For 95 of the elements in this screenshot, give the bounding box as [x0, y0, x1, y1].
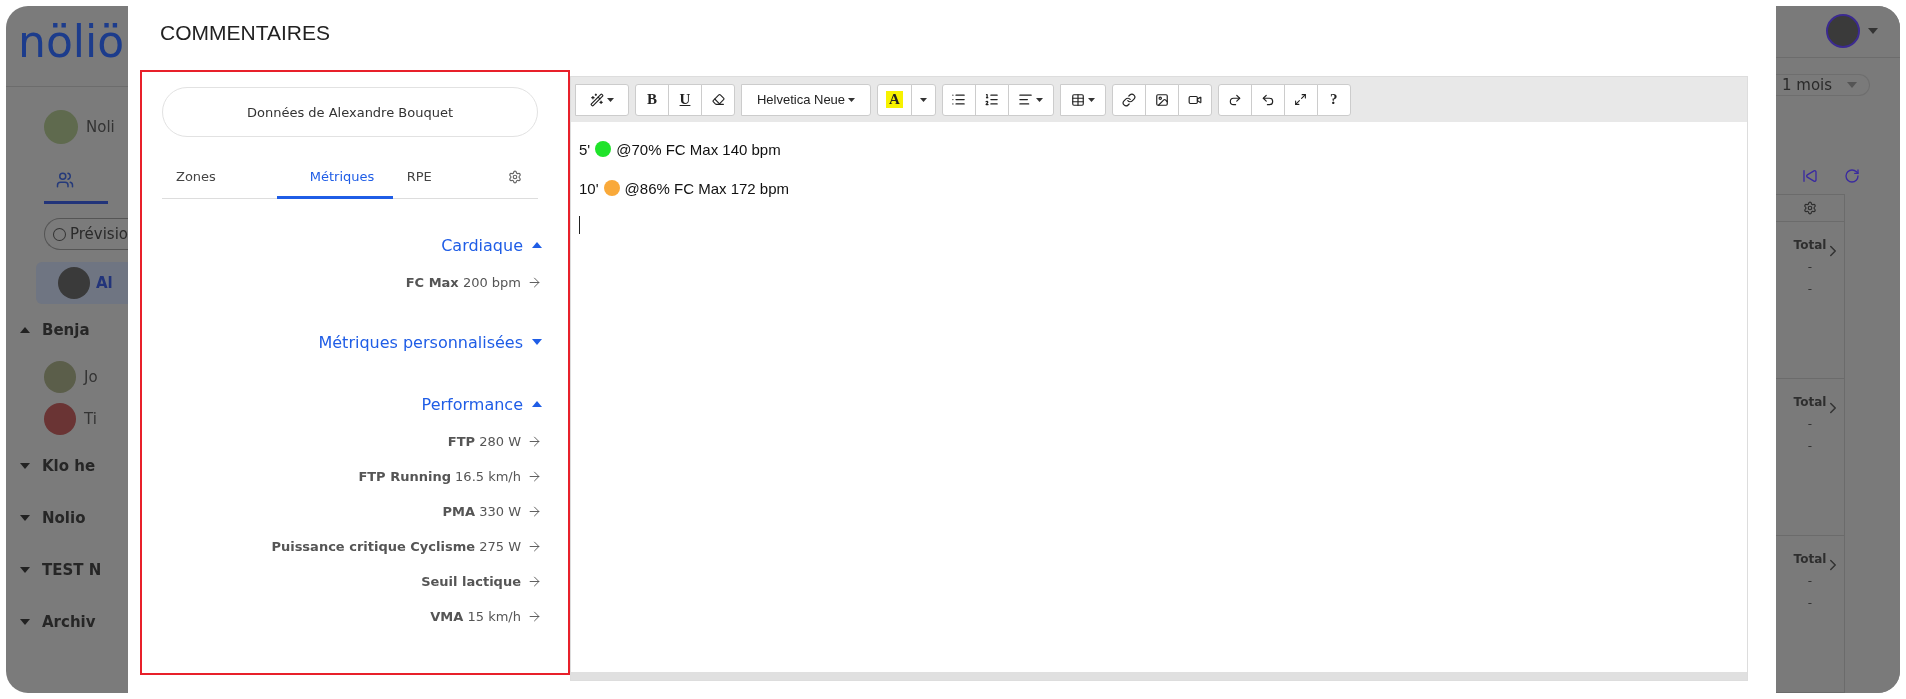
- line-text: @70% FC Max 140 bpm: [616, 140, 781, 158]
- group-row[interactable]: Benja: [20, 304, 128, 356]
- duration-text: 5': [579, 140, 591, 158]
- bullet-list-icon: [951, 92, 967, 107]
- member-name: Ti: [84, 410, 97, 428]
- caret-up-icon: [532, 242, 542, 248]
- magic-wand-icon: [590, 92, 604, 107]
- group-row[interactable]: Archiv: [20, 596, 128, 648]
- redo-button[interactable]: [1217, 83, 1252, 116]
- athlete-button[interactable]: Données de Alexandre Bouquet: [162, 87, 538, 137]
- bold-button[interactable]: B: [635, 83, 669, 116]
- caret-icon: [848, 97, 856, 102]
- metric-row[interactable]: VMA 15 km/h: [430, 599, 542, 634]
- font-dropdown[interactable]: Helvetica Neue: [741, 83, 871, 116]
- caret-icon: [919, 97, 927, 102]
- settings-icon[interactable]: [508, 170, 522, 184]
- text-color-button[interactable]: A: [877, 83, 912, 116]
- total-label: Total: [1793, 552, 1827, 566]
- total-label: Total: [1793, 395, 1827, 409]
- member-name: Jo: [84, 368, 98, 386]
- caret-icon: [607, 97, 614, 102]
- align-dropdown[interactable]: [1007, 83, 1054, 116]
- underline-button[interactable]: U: [668, 83, 702, 116]
- link-icon: [1121, 92, 1136, 107]
- total-value: -: [1807, 596, 1813, 610]
- link-button[interactable]: [1111, 83, 1146, 116]
- group-row[interactable]: Nolio: [20, 492, 128, 544]
- section-header[interactable]: Cardiaque: [441, 225, 542, 265]
- avatar: [44, 403, 76, 435]
- video-button[interactable]: [1177, 83, 1212, 116]
- arrow-right-icon: [527, 574, 542, 589]
- caret-icon: [1036, 97, 1044, 102]
- arrow-right-icon: [527, 504, 542, 519]
- undo-button[interactable]: [1250, 83, 1285, 116]
- section-header[interactable]: Performance: [421, 384, 542, 424]
- group-row[interactable]: Klo he: [20, 440, 128, 492]
- style-button[interactable]: [575, 83, 629, 116]
- avatar[interactable]: [1826, 14, 1860, 49]
- metric-row[interactable]: FC Max 200 bpm: [405, 265, 542, 300]
- tab[interactable]: Zones: [162, 169, 278, 199]
- help-button[interactable]: ?: [1316, 83, 1351, 116]
- total-value: -: [1807, 260, 1813, 274]
- table-icon: [1070, 92, 1085, 107]
- athletes-tab[interactable]: [44, 171, 108, 204]
- total-label: Total: [1793, 238, 1827, 252]
- expand-icon: [1294, 93, 1308, 106]
- total-value: -: [1807, 439, 1813, 453]
- settings-icon[interactable]: [1803, 201, 1817, 215]
- section-header[interactable]: Métriques personnalisées: [318, 322, 542, 362]
- tab[interactable]: RPE: [392, 169, 508, 199]
- total-value: -: [1807, 417, 1813, 431]
- arrow-right-icon: [527, 434, 542, 449]
- redo-icon: [1227, 92, 1242, 107]
- metric-row[interactable]: PMA 330 W: [442, 494, 542, 529]
- numbered-list-icon: [984, 92, 1000, 107]
- group-row[interactable]: TEST N: [20, 544, 128, 596]
- eraser-icon: [711, 93, 725, 106]
- numbered-list-button[interactable]: [974, 83, 1009, 116]
- arrow-right-icon: [527, 275, 542, 290]
- undo-icon: [1260, 92, 1275, 107]
- caret-down-icon: [1847, 81, 1857, 88]
- text-editor[interactable]: B U Helvetica Neue A ? 5' @70% FC Max 140 bpm 10' @86% FC Max 172 bpm: [570, 76, 1748, 681]
- metric-row[interactable]: Puissance critique Cyclisme 275 W: [271, 529, 542, 564]
- total-value: -: [1807, 574, 1813, 588]
- avatar: [58, 267, 90, 299]
- metric-row[interactable]: FTP 280 W: [447, 424, 542, 459]
- skip-back-icon[interactable]: [1802, 168, 1818, 184]
- text-cursor: [579, 216, 580, 234]
- athlete-name: Al: [96, 274, 113, 292]
- dialog-title: COMMENTAIRES: [159, 20, 331, 46]
- arrow-right-icon: [527, 539, 542, 554]
- refresh-icon[interactable]: [1844, 168, 1860, 184]
- color-dropdown[interactable]: [910, 83, 936, 116]
- caret-up-icon: [532, 401, 542, 407]
- avatar: [44, 361, 76, 393]
- image-icon: [1154, 92, 1169, 107]
- arrow-right-icon: [527, 469, 542, 484]
- duration-text: 10': [579, 179, 599, 197]
- arrow-right-icon: [527, 609, 542, 624]
- table-dropdown[interactable]: [1059, 83, 1106, 116]
- image-button[interactable]: [1144, 83, 1179, 116]
- account-name: Noli: [86, 118, 115, 136]
- metric-row[interactable]: FTP Running 16.5 km/h: [358, 459, 542, 494]
- caret-down-icon: [532, 339, 542, 345]
- people-icon: [56, 171, 74, 189]
- tab[interactable]: Métriques: [277, 169, 393, 199]
- align-icon: [1018, 92, 1034, 107]
- bullet-list-button[interactable]: [941, 83, 976, 116]
- caret-icon: [1087, 97, 1095, 102]
- avatar: [44, 110, 78, 144]
- caret-down-icon: [1868, 28, 1878, 35]
- line-text: @86% FC Max 172 bpm: [624, 179, 790, 197]
- metric-row[interactable]: Seuil lactique: [421, 564, 542, 599]
- eraser-button[interactable]: [701, 83, 735, 116]
- total-value: -: [1807, 282, 1813, 296]
